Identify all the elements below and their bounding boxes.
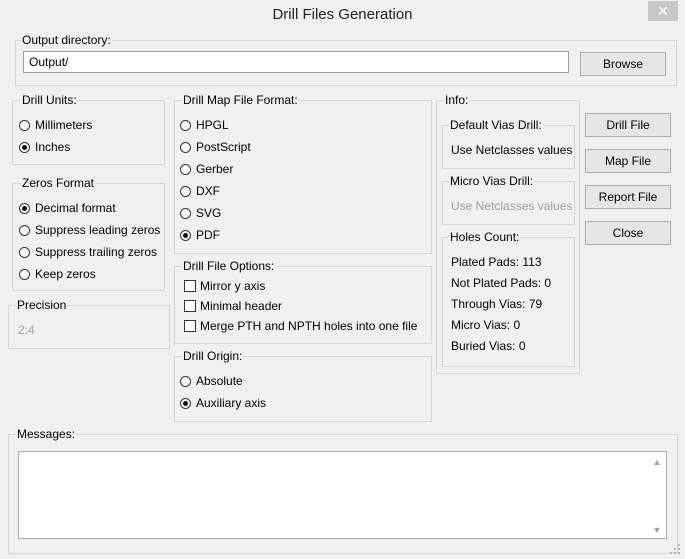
precision-label: Precision — [16, 298, 68, 312]
drill-units-option-label[interactable]: Millimeters — [35, 118, 92, 132]
zeros-format-radio-1[interactable] — [19, 225, 30, 236]
zeros-format-radio-2[interactable] — [19, 247, 30, 258]
zeros-format-option-label[interactable]: Suppress trailing zeros — [35, 245, 157, 259]
resize-grip-icon[interactable] — [670, 544, 682, 556]
drill-file-button[interactable]: Drill File — [585, 113, 671, 137]
map-format-option-label[interactable]: HPGL — [196, 118, 229, 132]
messages-textarea[interactable]: ▲ ▼ — [18, 451, 667, 539]
zeros-format-radio-3[interactable] — [19, 269, 30, 280]
zeros-format-option-label[interactable]: Keep zeros — [35, 267, 96, 281]
drill-units-label: Drill Units: — [21, 93, 78, 107]
micro-vias-count: Micro Vias: 0 — [451, 318, 521, 332]
default-vias-value: Use Netclasses values — [451, 143, 573, 157]
map-format-radio-4[interactable] — [180, 208, 191, 219]
drill-origin-option-label[interactable]: Absolute — [196, 374, 243, 388]
plated-pads-count: Plated Pads: 113 — [451, 255, 542, 269]
drill-file-option-checkbox-2[interactable] — [184, 320, 196, 332]
drill-units-radio-0[interactable] — [19, 120, 30, 131]
precision-value: 2:4 — [18, 323, 35, 337]
map-format-option-label[interactable]: PostScript — [196, 140, 251, 154]
micro-vias-label: Micro Vias Drill: — [449, 174, 535, 188]
map-format-option-label[interactable]: PDF — [196, 228, 220, 242]
not-plated-pads-count: Not Plated Pads: 0 — [451, 276, 552, 290]
scroll-up-arrow-icon[interactable]: ▲ — [652, 457, 662, 467]
messages-label: Messages: — [16, 427, 77, 441]
holes-count-label: Holes Count: — [449, 230, 521, 244]
zeros-format-label: Zeros Format — [21, 176, 96, 190]
window-title: Drill Files Generation — [272, 6, 413, 23]
drill-file-options-label: Drill File Options: — [182, 259, 276, 273]
close-button[interactable]: Close — [585, 221, 671, 245]
map-format-option-label[interactable]: SVG — [196, 206, 221, 220]
zeros-format-option-label[interactable]: Suppress leading zeros — [35, 223, 160, 237]
close-icon[interactable]: ✕ — [648, 1, 678, 21]
buried-vias-count: Buried Vias: 0 — [451, 339, 526, 353]
through-vias-count: Through Vias: 79 — [451, 297, 543, 311]
map-format-radio-1[interactable] — [180, 142, 191, 153]
map-format-option-label[interactable]: Gerber — [196, 162, 233, 176]
zeros-format-radio-0[interactable] — [19, 203, 30, 214]
output-directory-input[interactable]: Output/ — [23, 51, 569, 73]
drill-origin-label: Drill Origin: — [182, 349, 244, 363]
drill-origin-option-label[interactable]: Auxiliary axis — [196, 396, 266, 410]
map-format-option-label[interactable]: DXF — [196, 184, 220, 198]
drill-origin-radio-0[interactable] — [180, 376, 191, 387]
drill-file-option-option-label[interactable]: Minimal header — [200, 299, 282, 313]
map-format-radio-0[interactable] — [180, 120, 191, 131]
drill-file-option-checkbox-1[interactable] — [184, 300, 196, 312]
report-file-button[interactable]: Report File — [585, 185, 671, 209]
scroll-down-arrow-icon[interactable]: ▼ — [652, 525, 662, 535]
default-vias-label: Default Vias Drill: — [449, 118, 543, 132]
map-file-button[interactable]: Map File — [585, 149, 671, 173]
map-format-radio-2[interactable] — [180, 164, 191, 175]
browse-button[interactable]: Browse — [580, 52, 666, 76]
zeros-format-option-label[interactable]: Decimal format — [35, 201, 116, 215]
drill-origin-radio-1[interactable] — [180, 398, 191, 409]
map-format-radio-3[interactable] — [180, 186, 191, 197]
drill-file-option-option-label[interactable]: Mirror y axis — [200, 279, 265, 293]
info-label: Info: — [444, 93, 470, 107]
drill-origin-group — [174, 356, 432, 422]
drill-file-option-checkbox-0[interactable] — [184, 280, 196, 292]
drill-file-option-option-label[interactable]: Merge PTH and NPTH holes into one file — [200, 319, 417, 333]
drill-units-group — [12, 100, 165, 165]
drill-units-option-label[interactable]: Inches — [35, 140, 70, 154]
micro-vias-value: Use Netclasses values — [451, 199, 573, 213]
drill-map-format-label: Drill Map File Format: — [182, 93, 299, 107]
title-bar: Drill Files Generation ✕ — [0, 0, 685, 30]
output-directory-label: Output directory: — [21, 33, 112, 47]
drill-units-radio-1[interactable] — [19, 142, 30, 153]
map-format-radio-5[interactable] — [180, 230, 191, 241]
